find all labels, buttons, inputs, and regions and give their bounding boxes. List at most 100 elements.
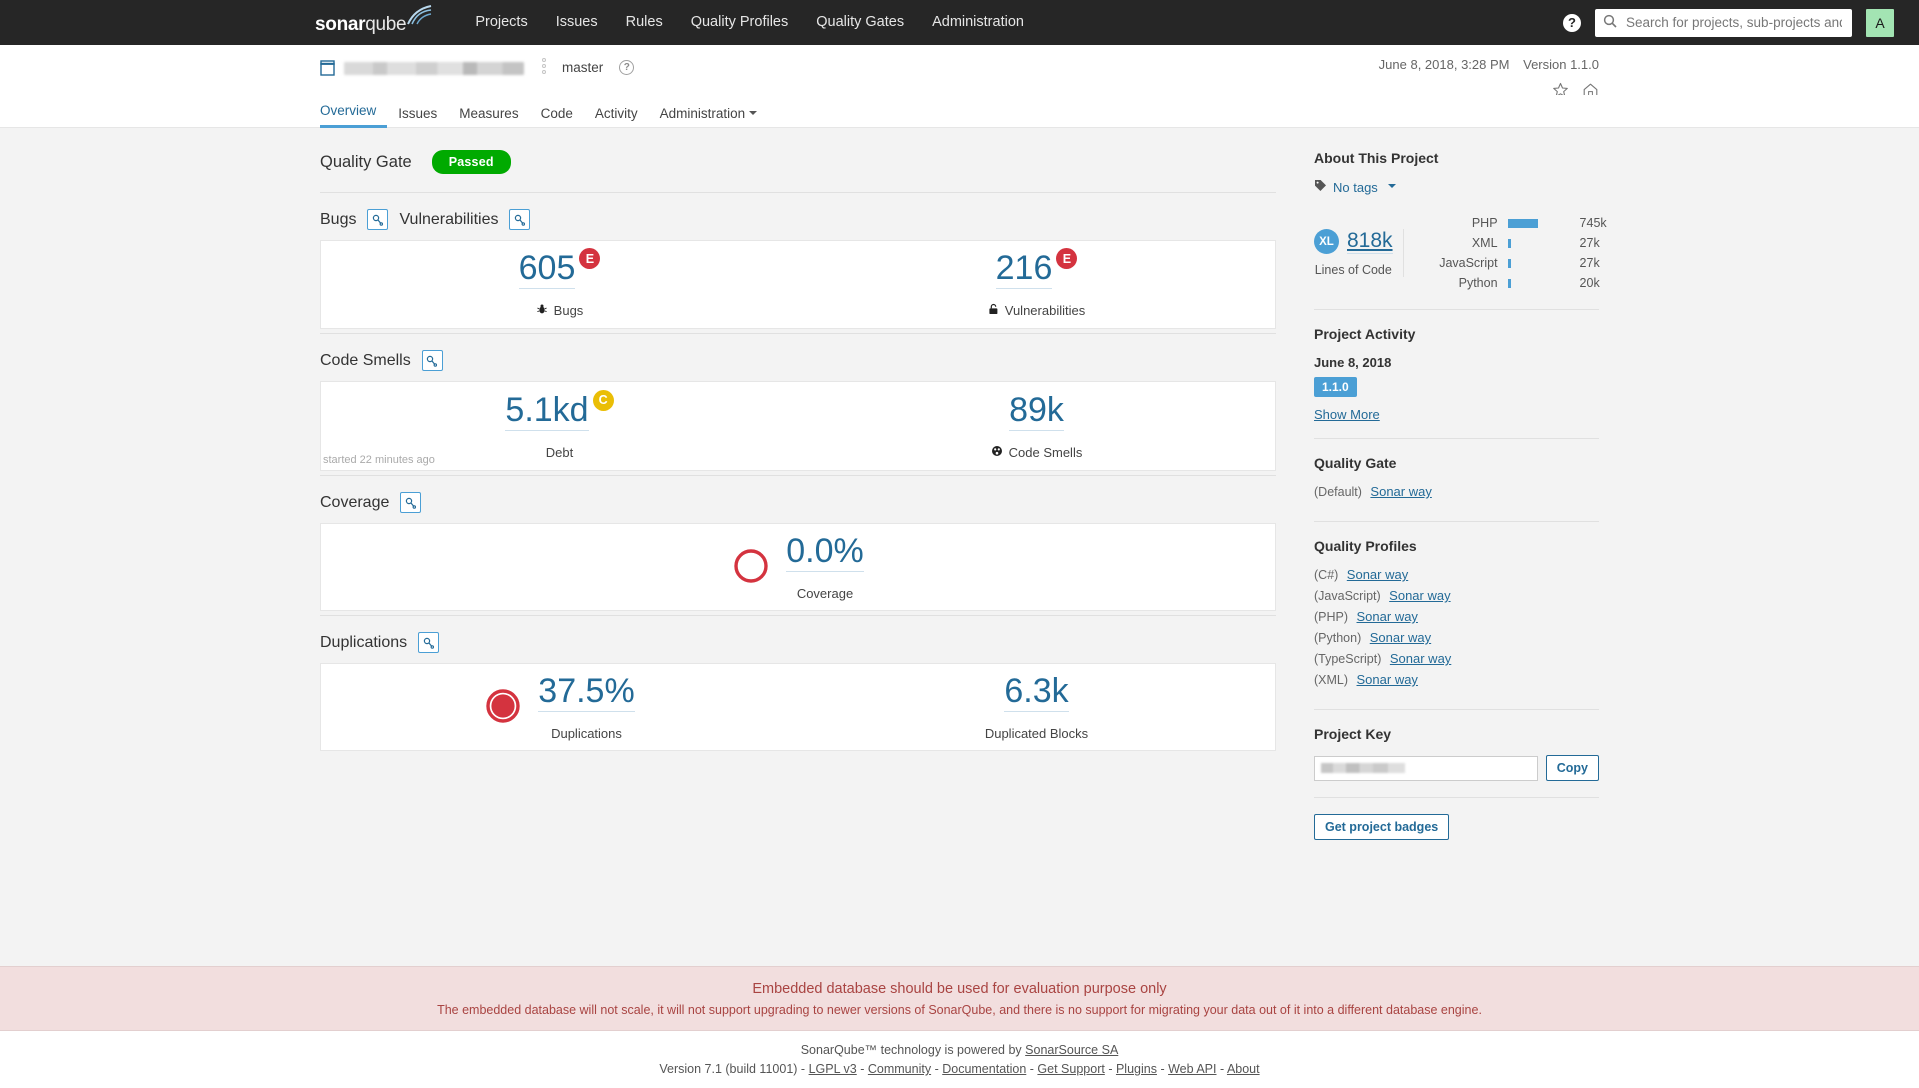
quality-profile-link[interactable]: Sonar way xyxy=(1357,609,1418,624)
tab-measures[interactable]: Measures xyxy=(448,106,529,129)
global-search[interactable] xyxy=(1595,8,1852,37)
language-bar-cell xyxy=(1507,278,1580,288)
sidebar-divider xyxy=(1314,309,1599,310)
branch-name[interactable]: master xyxy=(562,60,603,75)
sonarsource-link[interactable]: SonarSource SA xyxy=(1025,1043,1118,1057)
duplications-history-icon[interactable] xyxy=(418,632,440,653)
language-bar xyxy=(1507,238,1511,248)
project-key-input[interactable] xyxy=(1314,755,1538,781)
quality-profile-link[interactable]: Sonar way xyxy=(1370,630,1431,645)
code-smells-label-row: Code Smells xyxy=(991,445,1082,460)
language-row: XML 27k xyxy=(1424,233,1607,253)
section-title-duplications: Duplications xyxy=(320,633,408,651)
language-row: JavaScript 27k xyxy=(1424,253,1607,273)
debt-value[interactable]: 5.1kd xyxy=(505,393,589,431)
footer-link-community[interactable]: Community xyxy=(868,1062,931,1076)
footer-sep: - xyxy=(1219,1062,1227,1076)
bugs-history-icon[interactable] xyxy=(367,209,389,230)
tab-code[interactable]: Code xyxy=(530,106,584,129)
language-name: JavaScript xyxy=(1439,256,1498,270)
footer-link-web-api[interactable]: Web API xyxy=(1168,1062,1216,1076)
quality-gate-profile-link[interactable]: Sonar way xyxy=(1370,484,1431,499)
activity-version-badge[interactable]: 1.1.0 xyxy=(1314,377,1357,397)
quality-gate-entry: (Default) Sonar way xyxy=(1314,484,1599,499)
vulnerabilities-history-icon[interactable] xyxy=(509,209,531,230)
avatar[interactable]: A xyxy=(1866,8,1894,37)
quality-profiles-block: Quality Profiles (C#) Sonar way (JavaScr… xyxy=(1314,538,1599,709)
sidebar-divider xyxy=(1314,709,1599,710)
overview-main-column: Quality Gate Passed Bugs Vulnerabilities xyxy=(320,150,1276,856)
nav-item-rules[interactable]: Rules xyxy=(612,0,677,45)
project-context-header: master ? June 8, 2018, 3:28 PM Version 1… xyxy=(0,45,1919,98)
footer-link-about[interactable]: About xyxy=(1227,1062,1260,1076)
coverage-value[interactable]: 0.0% xyxy=(786,534,864,572)
debt-rating-badge[interactable]: C xyxy=(592,389,614,411)
sidebar-quality-gate-title: Quality Gate xyxy=(1314,455,1397,471)
lines-of-code-label: Lines of Code xyxy=(1314,263,1392,277)
nav-item-quality-profiles[interactable]: Quality Profiles xyxy=(677,0,803,45)
bugs-value[interactable]: 605 xyxy=(518,251,576,289)
footer-link-get-support[interactable]: Get Support xyxy=(1037,1062,1104,1076)
debt-label-row: Debt xyxy=(546,445,573,460)
help-icon[interactable]: ? xyxy=(1563,13,1581,32)
quality-profiles-title: Quality Profiles xyxy=(1314,538,1417,554)
duplicated-blocks-value[interactable]: 6.3k xyxy=(1004,674,1069,712)
tab-activity[interactable]: Activity xyxy=(584,106,649,129)
footer-link-lgpl[interactable]: LGPL v3 xyxy=(809,1062,857,1076)
tags-label[interactable]: No tags xyxy=(1333,180,1378,195)
project-tags-row[interactable]: No tags xyxy=(1314,179,1599,195)
language-row: Python 20k xyxy=(1424,273,1607,293)
get-project-badges-button[interactable]: Get project badges xyxy=(1314,814,1450,840)
coverage-history-icon[interactable] xyxy=(400,492,422,513)
section-coverage: Coverage 0.0% Coverage xyxy=(320,475,1276,611)
footer-link-plugins[interactable]: Plugins xyxy=(1116,1062,1157,1076)
duplications-metric-name: Duplications xyxy=(551,725,622,741)
code-smells-value[interactable]: 89k xyxy=(1009,393,1064,431)
page-body: Quality Gate Passed Bugs Vulnerabilities xyxy=(0,128,1919,966)
vulnerabilities-value[interactable]: 216 xyxy=(995,251,1053,289)
nav-item-administration[interactable]: Administration xyxy=(918,0,1038,45)
nav-item-issues[interactable]: Issues xyxy=(542,0,612,45)
show-more-link[interactable]: Show More xyxy=(1314,407,1380,422)
language-bar xyxy=(1507,258,1511,268)
bugs-metric-name: Bugs xyxy=(553,303,584,318)
analysis-date: June 8, 2018, 3:28 PM xyxy=(1378,57,1510,72)
copy-button[interactable]: Copy xyxy=(1545,755,1599,781)
branch-help-icon[interactable]: ? xyxy=(619,60,635,75)
code-smells-history-icon[interactable] xyxy=(421,350,443,371)
metric-duplicated-blocks: 6.3k Duplicated Blocks xyxy=(798,664,1275,750)
tab-overview[interactable]: Overview xyxy=(320,103,388,128)
tab-administration[interactable]: Administration xyxy=(649,106,769,129)
vulnerabilities-rating-badge[interactable]: E xyxy=(1056,248,1078,269)
analysis-meta: June 8, 2018, 3:28 PM Version 1.1.0 xyxy=(1379,57,1599,72)
language-bar-cell xyxy=(1507,218,1580,228)
quality-profile-link[interactable]: Sonar way xyxy=(1357,672,1418,687)
duplications-value[interactable]: 37.5% xyxy=(538,674,635,712)
search-input[interactable] xyxy=(1624,14,1844,31)
project-key-title: Project Key xyxy=(1314,726,1392,742)
sonarqube-logo[interactable]: sonar qube xyxy=(315,4,433,36)
quality-profile-language: (C#) xyxy=(1314,568,1339,582)
bug-icon xyxy=(536,303,548,318)
section-code-smells: Code Smells 5.1kd C Debt 89k Code Smells… xyxy=(320,333,1276,471)
quality-profile-language: (JavaScript) xyxy=(1314,589,1381,603)
metric-code-smells: 89k Code Smells xyxy=(798,382,1275,470)
nav-item-projects[interactable]: Projects xyxy=(461,0,541,45)
size-rating-badge: XL xyxy=(1314,229,1339,254)
project-activity-title: Project Activity xyxy=(1314,326,1416,342)
quality-profile-link[interactable]: Sonar way xyxy=(1389,588,1450,603)
bugs-rating-badge[interactable]: E xyxy=(579,248,601,269)
tab-issues[interactable]: Issues xyxy=(387,106,448,129)
main-menu: Projects Issues Rules Quality Profiles Q… xyxy=(461,0,1038,45)
section-title-coverage: Coverage xyxy=(320,493,390,511)
nav-item-quality-gates[interactable]: Quality Gates xyxy=(802,0,918,45)
sidebar-divider xyxy=(1314,438,1599,439)
sidebar-divider xyxy=(1314,797,1599,798)
quality-profile-link[interactable]: Sonar way xyxy=(1390,651,1451,666)
footer-link-documentation[interactable]: Documentation xyxy=(942,1062,1026,1076)
lines-of-code-value[interactable]: 818k xyxy=(1347,229,1393,254)
tags-chevron-down-icon xyxy=(1387,184,1396,188)
quality-profile-link[interactable]: Sonar way xyxy=(1347,567,1408,582)
branch-separator-icon xyxy=(541,57,547,78)
top-navbar: sonar qube Projects Issues Rules Quality … xyxy=(0,0,1919,45)
